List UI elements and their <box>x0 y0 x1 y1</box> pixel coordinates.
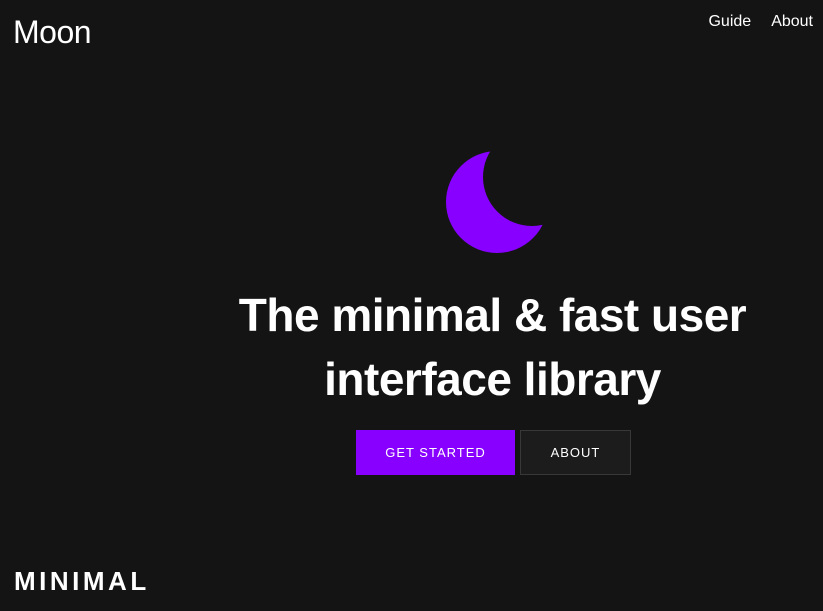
hero-headline: The minimal & fast user interface librar… <box>160 283 823 411</box>
section-label-minimal: MINIMAL <box>14 566 150 596</box>
get-started-button[interactable]: GET STARTED <box>356 430 515 475</box>
hero-headline-line-2: interface library <box>324 353 661 405</box>
brand-logo-link[interactable]: Moon <box>13 14 92 50</box>
moon-icon <box>446 151 544 253</box>
nav-link-guide[interactable]: Guide <box>708 12 751 32</box>
top-nav: Guide About <box>708 12 813 32</box>
nav-link-about[interactable]: About <box>771 12 813 32</box>
hero-headline-line-1: The minimal & fast user <box>238 289 747 341</box>
about-button[interactable]: ABOUT <box>520 430 631 475</box>
hero-actions: GET STARTED ABOUT <box>356 430 631 475</box>
